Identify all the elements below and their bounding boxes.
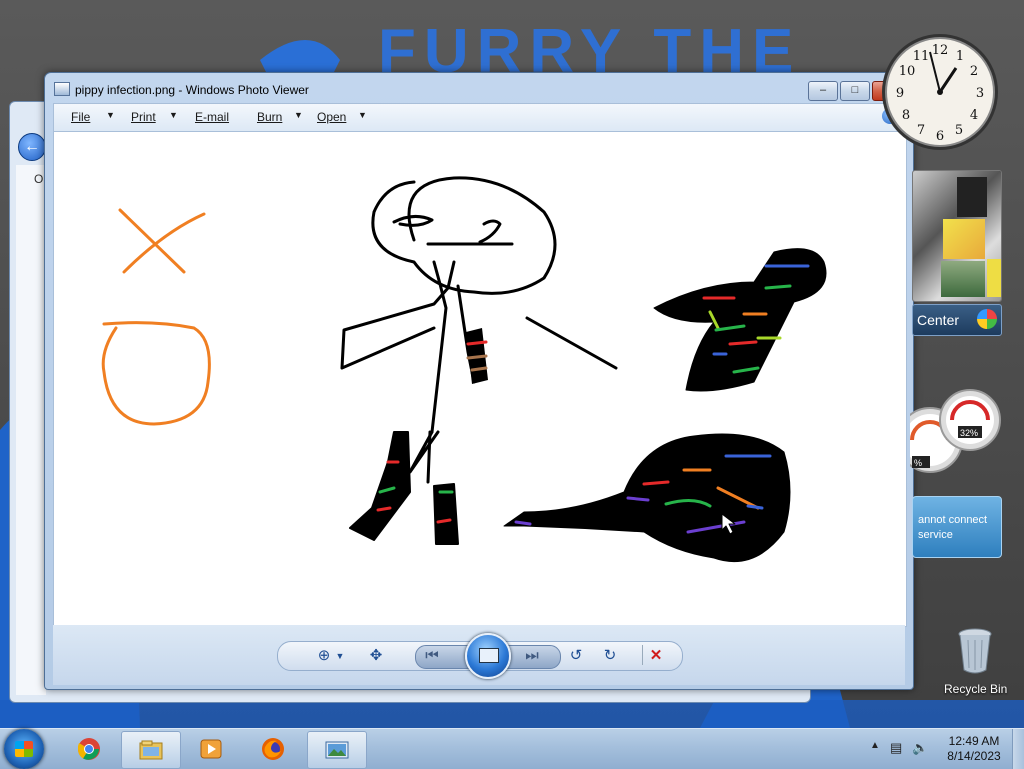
taskbar-chrome[interactable] [60, 731, 118, 767]
black-blob-lower [503, 433, 791, 563]
firefox-icon [262, 738, 284, 760]
orange-x-and-circle [101, 208, 211, 426]
clock-number-4: 4 [970, 108, 978, 123]
media-center-gadget[interactable]: Center [912, 304, 1002, 336]
show-desktop-button[interactable] [1012, 729, 1024, 769]
clock-number-12: 12 [932, 43, 949, 58]
menu-email[interactable]: E-mail [195, 110, 229, 124]
clock-number-11: 11 [913, 49, 930, 64]
photo-viewer-window[interactable]: pippy infection.png - Windows Photo View… [44, 72, 914, 690]
taskbar: ▲ ▤ 🔈 12:49 AM 8/14/2023 [0, 728, 1024, 769]
windows-logo-icon [15, 741, 33, 757]
recycle-bin-icon [958, 628, 992, 674]
feed-message-line-2: service [918, 529, 953, 541]
maximize-button[interactable]: □ [840, 81, 870, 101]
clock-number-2: 2 [970, 64, 978, 79]
menu-open-dropdown-icon[interactable]: ▼ [358, 110, 367, 120]
volume-icon[interactable]: 🔈 [912, 740, 928, 756]
actual-size-icon[interactable]: ✥ [365, 646, 387, 666]
title-bar[interactable]: pippy infection.png - Windows Photo View… [45, 73, 914, 103]
back-arrow-icon[interactable]: ← [18, 133, 46, 161]
clock-number-7: 7 [917, 123, 925, 138]
taskbar-time: 12:49 AM [948, 734, 1000, 748]
menu-print[interactable]: Print [131, 110, 156, 124]
feed-gadget[interactable]: annot connect service [912, 496, 1002, 558]
clock-number-1: 1 [956, 49, 964, 64]
playback-controls: ⊕ ▼ ✥ ⏮ ⏭ ↺ ↻ ✕ [53, 625, 905, 685]
menu-burn[interactable]: Burn [257, 110, 282, 124]
start-button[interactable] [4, 729, 44, 769]
feed-message: annot connect service [918, 513, 987, 543]
show-hidden-icons-icon[interactable]: ▲ [870, 740, 880, 751]
menu-burn-dropdown-icon[interactable]: ▼ [294, 110, 303, 120]
window-title: pippy infection.png - Windows Photo View… [75, 83, 309, 97]
media-center-label: Center [917, 312, 960, 328]
meter-left-value: % [914, 458, 922, 468]
clock-number-9: 9 [896, 86, 904, 101]
network-icon[interactable]: ▤ [890, 740, 902, 756]
menu-bar: File ▼ Print ▼ E-mail Burn ▼ Open ▼ ? [53, 103, 907, 132]
slideshow-icon [479, 648, 499, 663]
feed-message-line-1: annot connect [918, 514, 988, 526]
meter-right-value: 32% [960, 428, 978, 438]
photo-viewer-app-icon [54, 82, 70, 96]
clock-number-5: 5 [955, 123, 963, 138]
recycle-bin-label: Recycle Bin [944, 682, 1008, 696]
menu-file-dropdown-icon[interactable]: ▼ [106, 110, 115, 120]
clock-number-3: 3 [976, 86, 984, 101]
taskbar-explorer[interactable] [121, 731, 181, 769]
drawing [101, 176, 827, 563]
delete-icon[interactable]: ✕ [645, 646, 667, 666]
taskbar-firefox[interactable] [244, 731, 302, 767]
next-icon[interactable]: ⏭ [521, 646, 543, 666]
rotate-clockwise-icon[interactable]: ↻ [599, 646, 621, 666]
slideshow-gadget[interactable] [912, 170, 1002, 302]
taskbar-clock[interactable]: 12:49 AM 8/14/2023 [940, 734, 1008, 764]
clock-number-10: 10 [899, 64, 916, 79]
zoom-dropdown-icon[interactable]: ▼ [329, 646, 351, 666]
windows-logo-icon [977, 309, 997, 329]
menu-open[interactable]: Open [317, 110, 346, 124]
cpu-meter-gadget[interactable]: % 32% [910, 386, 1002, 476]
left-boot [349, 431, 411, 541]
image-canvas[interactable] [53, 131, 907, 627]
taskbar-date: 8/14/2023 [947, 749, 1001, 763]
slideshow-button[interactable] [465, 633, 511, 679]
sidebar-letter: O [34, 172, 44, 186]
explorer-icon [139, 740, 163, 760]
clock-gadget[interactable]: 12 1 2 3 4 5 6 7 8 9 10 11 [880, 30, 998, 154]
clock-number-6: 6 [936, 129, 944, 144]
clock-number-8: 8 [902, 108, 910, 123]
taskbar-media-player[interactable] [182, 731, 240, 767]
recycle-bin[interactable]: Recycle Bin [944, 628, 1024, 700]
controls-separator [642, 645, 643, 665]
previous-icon[interactable]: ⏮ [421, 646, 443, 666]
system-tray: ▲ ▤ 🔈 [866, 735, 936, 763]
chrome-icon [77, 738, 100, 760]
menu-print-dropdown-icon[interactable]: ▼ [169, 110, 178, 120]
background-sidebar: O [16, 165, 46, 695]
minimize-button[interactable]: – [808, 81, 838, 101]
menu-file[interactable]: File [71, 110, 90, 124]
photo-viewer-icon [325, 741, 349, 759]
media-player-icon [200, 739, 222, 759]
rotate-counterclockwise-icon[interactable]: ↺ [565, 646, 587, 666]
taskbar-photo-viewer[interactable] [307, 731, 367, 769]
